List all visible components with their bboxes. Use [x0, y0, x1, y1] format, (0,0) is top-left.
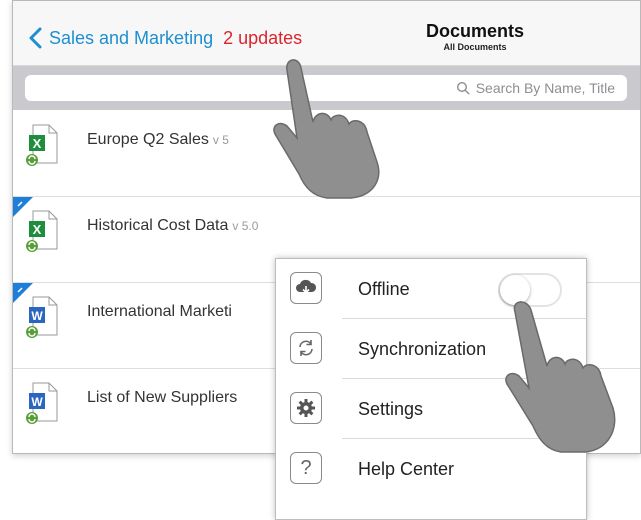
- menu-item-offline[interactable]: Offline: [276, 259, 586, 319]
- svg-text:X: X: [33, 136, 42, 151]
- chevron-left-icon: [29, 27, 42, 49]
- svg-text:W: W: [31, 395, 43, 409]
- search-icon: [456, 81, 470, 95]
- menu-label: Offline: [358, 279, 410, 299]
- search-input[interactable]: Search By Name, Title: [25, 75, 627, 101]
- cloud-download-icon: [290, 272, 322, 304]
- search-bar: Search By Name, Title: [13, 66, 640, 110]
- menu-item-synchronization[interactable]: Synchronization: [276, 319, 586, 379]
- page-subtitle: All Documents: [443, 42, 507, 52]
- question-icon: ?: [290, 452, 322, 484]
- menu-label: Synchronization: [358, 339, 487, 359]
- updates-link[interactable]: 2 updates: [223, 28, 302, 49]
- sync-icon: [290, 332, 322, 364]
- back-label: Sales and Marketing: [49, 27, 214, 48]
- toggle-knob: [500, 275, 530, 305]
- search-placeholder: Search By Name, Title: [475, 80, 615, 96]
- list-item[interactable]: X Europe Q2 Sales v 5: [13, 111, 640, 197]
- document-name: Historical Cost Data v 5.0: [87, 217, 259, 234]
- menu-label: Settings: [358, 399, 424, 419]
- settings-menu: Offline Synchronization Settings ? Help …: [275, 258, 587, 520]
- menu-item-help-center[interactable]: ? Help Center: [276, 439, 586, 499]
- page-title-block: Documents All Documents: [385, 21, 565, 53]
- word-file-icon: W: [26, 296, 58, 338]
- document-version: v 5.0: [232, 219, 259, 233]
- svg-text:W: W: [31, 309, 43, 323]
- excel-file-icon: X: [26, 124, 58, 166]
- gear-icon: [290, 392, 322, 424]
- excel-file-icon: X: [26, 210, 58, 252]
- document-name: List of New Suppliers: [87, 389, 238, 406]
- document-name: Europe Q2 Sales v 5: [87, 131, 229, 148]
- offline-toggle[interactable]: [498, 273, 562, 307]
- document-version: v 5: [212, 133, 229, 147]
- svg-text:X: X: [33, 222, 42, 237]
- menu-label: Help Center: [358, 459, 455, 479]
- nav-bar: Sales and Marketing 2 updates Documents …: [13, 1, 640, 66]
- back-button[interactable]: Sales and Marketing 2 updates: [25, 25, 302, 51]
- page-title: Documents: [425, 21, 524, 41]
- document-name: International Marketi: [87, 303, 232, 320]
- menu-item-settings[interactable]: Settings: [276, 379, 586, 439]
- word-file-icon: W: [26, 382, 58, 424]
